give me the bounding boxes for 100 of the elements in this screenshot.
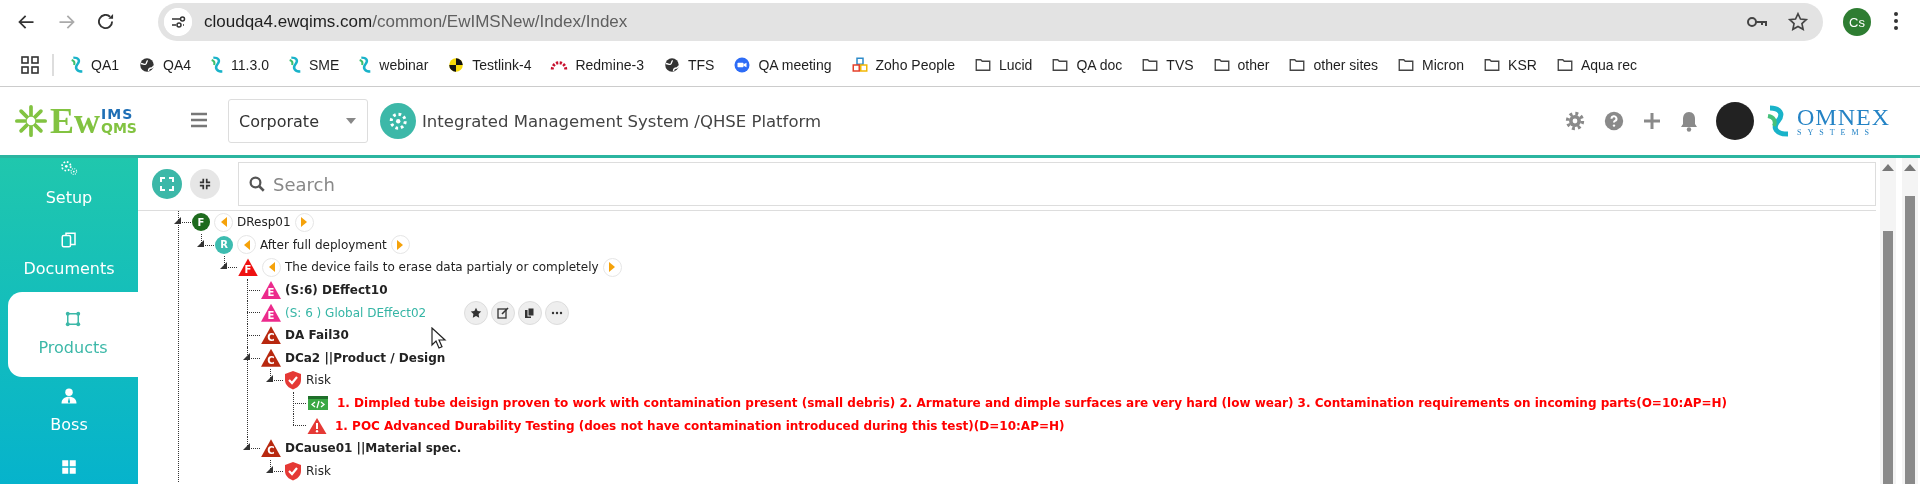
gears-icon xyxy=(60,160,78,178)
forward-arrow-icon xyxy=(57,15,75,29)
bookmark-link[interactable]: KSR xyxy=(1483,56,1537,74)
bookmark-link[interactable]: 11.3.0 xyxy=(210,56,269,74)
bookmark-link[interactable]: QA doc xyxy=(1051,56,1123,74)
tree-node-label[interactable]: DCa2 ||Product / Design xyxy=(285,350,446,365)
folder-icon xyxy=(1141,56,1160,74)
letter-badge: C xyxy=(261,348,281,367)
folder-icon xyxy=(1051,56,1070,74)
gear-icon xyxy=(380,103,416,139)
logo-text: Ew xyxy=(50,100,100,142)
folder-icon xyxy=(1212,56,1231,74)
collapse-corners-icon xyxy=(199,178,211,190)
expand-toggle[interactable] xyxy=(174,217,181,224)
url-text[interactable]: cloudqa4.ewqims.com/common/EwIMSNew/Index/Index xyxy=(204,12,1727,32)
expand-toggle[interactable] xyxy=(243,352,250,360)
bookmark-link[interactable]: Lucid xyxy=(973,56,1033,74)
caret-icon xyxy=(345,117,357,125)
bookmark-link[interactable]: TVS xyxy=(1141,56,1194,74)
bookmark-link[interactable]: SME xyxy=(287,56,340,74)
swirl-logo-icon xyxy=(287,56,302,74)
bookmark-link[interactable]: other xyxy=(1212,56,1270,74)
folder-icon xyxy=(1397,56,1416,74)
video-logo-icon xyxy=(733,56,752,74)
letter-badge: C xyxy=(261,326,281,345)
expand-corners-icon xyxy=(160,177,174,191)
tree-node-label[interactable]: DResp01 xyxy=(237,215,291,230)
globe-icon xyxy=(138,56,156,74)
bookmark-link[interactable]: Aqua rec xyxy=(1555,56,1637,74)
folder-icon xyxy=(1288,56,1307,74)
letter-badge: E xyxy=(261,303,281,322)
tree-node-label[interactable]: 1. POC Advanced Durability Testing (does not have contamination introduced during this test)(D=10:AP=H) xyxy=(335,418,1065,433)
expand-toggle[interactable] xyxy=(266,375,273,383)
bookmark-link[interactable]: TFS xyxy=(662,56,715,74)
bookmark-link[interactable]: webinar xyxy=(358,56,429,74)
user-avatar[interactable] xyxy=(1716,102,1754,140)
collapse-all-button[interactable] xyxy=(190,169,220,199)
swirl-logo-icon xyxy=(70,56,84,74)
letter-badge: F xyxy=(238,258,258,277)
bookmark-link[interactable]: QA meeting xyxy=(733,56,832,74)
bookmark-link[interactable]: QA1 xyxy=(70,56,119,74)
page-title: Integrated Management System /QHSE Platform xyxy=(422,111,823,131)
grid-icon xyxy=(60,458,78,476)
logo-text: QMS xyxy=(101,121,137,135)
edit-icon xyxy=(497,306,510,319)
bookmark-link[interactable]: Zoho People xyxy=(850,56,955,74)
scrollbar[interactable] xyxy=(1902,158,1918,484)
target-icon xyxy=(447,56,466,74)
edit-button[interactable] xyxy=(491,300,516,325)
tree-node-label[interactable]: Risk xyxy=(306,373,331,388)
search-field[interactable]: Search xyxy=(238,162,1876,206)
plus-icon[interactable] xyxy=(1642,111,1662,131)
bookmark-link[interactable]: Testlink-4 xyxy=(447,56,532,74)
letter-badge: F xyxy=(192,213,210,232)
swirl-logo-icon xyxy=(358,56,373,74)
address-bar[interactable]: cloudqa4.ewqims.com/common/EwIMSNew/Index/Index xyxy=(158,3,1823,41)
reload-icon xyxy=(98,14,114,30)
folder-icon xyxy=(1555,56,1574,74)
apps-grid-icon[interactable] xyxy=(20,55,40,75)
back-arrow-icon xyxy=(17,15,35,29)
folder-icon xyxy=(973,56,992,74)
tree-node-label[interactable]: DCause01 ||Material spec. xyxy=(285,441,462,456)
tree-node-label[interactable]: 1. Dimpled tube deisign proven to work with contamination present (small debris) 2. Armature and dimple surfaces are very hard (low wear) 3. Contamination requirements on incoming parts(O=10:AP=H) xyxy=(337,396,1728,411)
folder-icon xyxy=(1483,56,1502,74)
brand-tagline: SYSTEMS xyxy=(1797,129,1876,137)
letter-badge: C xyxy=(261,439,281,458)
settings-icon[interactable] xyxy=(1564,110,1586,132)
copy-icon xyxy=(60,231,78,249)
site-dropdown[interactable]: Corporate xyxy=(228,99,368,143)
expand-toggle[interactable] xyxy=(197,239,204,247)
bookmark-link[interactable]: Redmine-3 xyxy=(550,56,644,74)
globe-icon xyxy=(662,56,681,74)
expand-toggle[interactable] xyxy=(243,442,250,450)
tree-node-label[interactable]: (S:6) DEffect10 xyxy=(285,283,388,298)
bookmark-link[interactable]: other sites xyxy=(1288,56,1379,74)
help-icon[interactable] xyxy=(1603,110,1625,132)
asterisk-logo-icon xyxy=(14,104,48,138)
tree-node-label[interactable]: After full deployment xyxy=(260,237,387,252)
favorite-button[interactable] xyxy=(464,300,489,325)
person-icon xyxy=(60,387,78,405)
expand-toggle[interactable] xyxy=(266,465,273,473)
search-icon xyxy=(248,175,266,193)
nodes-square-icon xyxy=(64,310,82,328)
tree-node-label[interactable]: DA Fail30 xyxy=(285,328,349,343)
bookmark-link[interactable]: QA4 xyxy=(138,56,192,74)
tree-node-label[interactable]: The device fails to erase data partialy or completely xyxy=(285,260,599,275)
mouse-pointer-icon xyxy=(431,327,447,349)
kebab-menu-icon xyxy=(1893,10,1899,31)
copy-icon xyxy=(524,306,537,319)
tree-node-label[interactable]: Risk xyxy=(306,463,331,478)
profile-avatar[interactable]: Cs xyxy=(1843,8,1871,36)
star-icon[interactable] xyxy=(1787,11,1809,33)
swirl-logo-icon xyxy=(210,56,225,74)
bookmark-link[interactable]: Micron xyxy=(1397,56,1465,74)
expand-toggle[interactable] xyxy=(220,262,227,270)
scrollbar[interactable] xyxy=(1880,158,1896,484)
bell-icon[interactable] xyxy=(1679,110,1699,132)
logo-text: IMS xyxy=(101,107,135,121)
letter-badge: R xyxy=(215,235,233,254)
copy-button[interactable] xyxy=(518,300,543,325)
